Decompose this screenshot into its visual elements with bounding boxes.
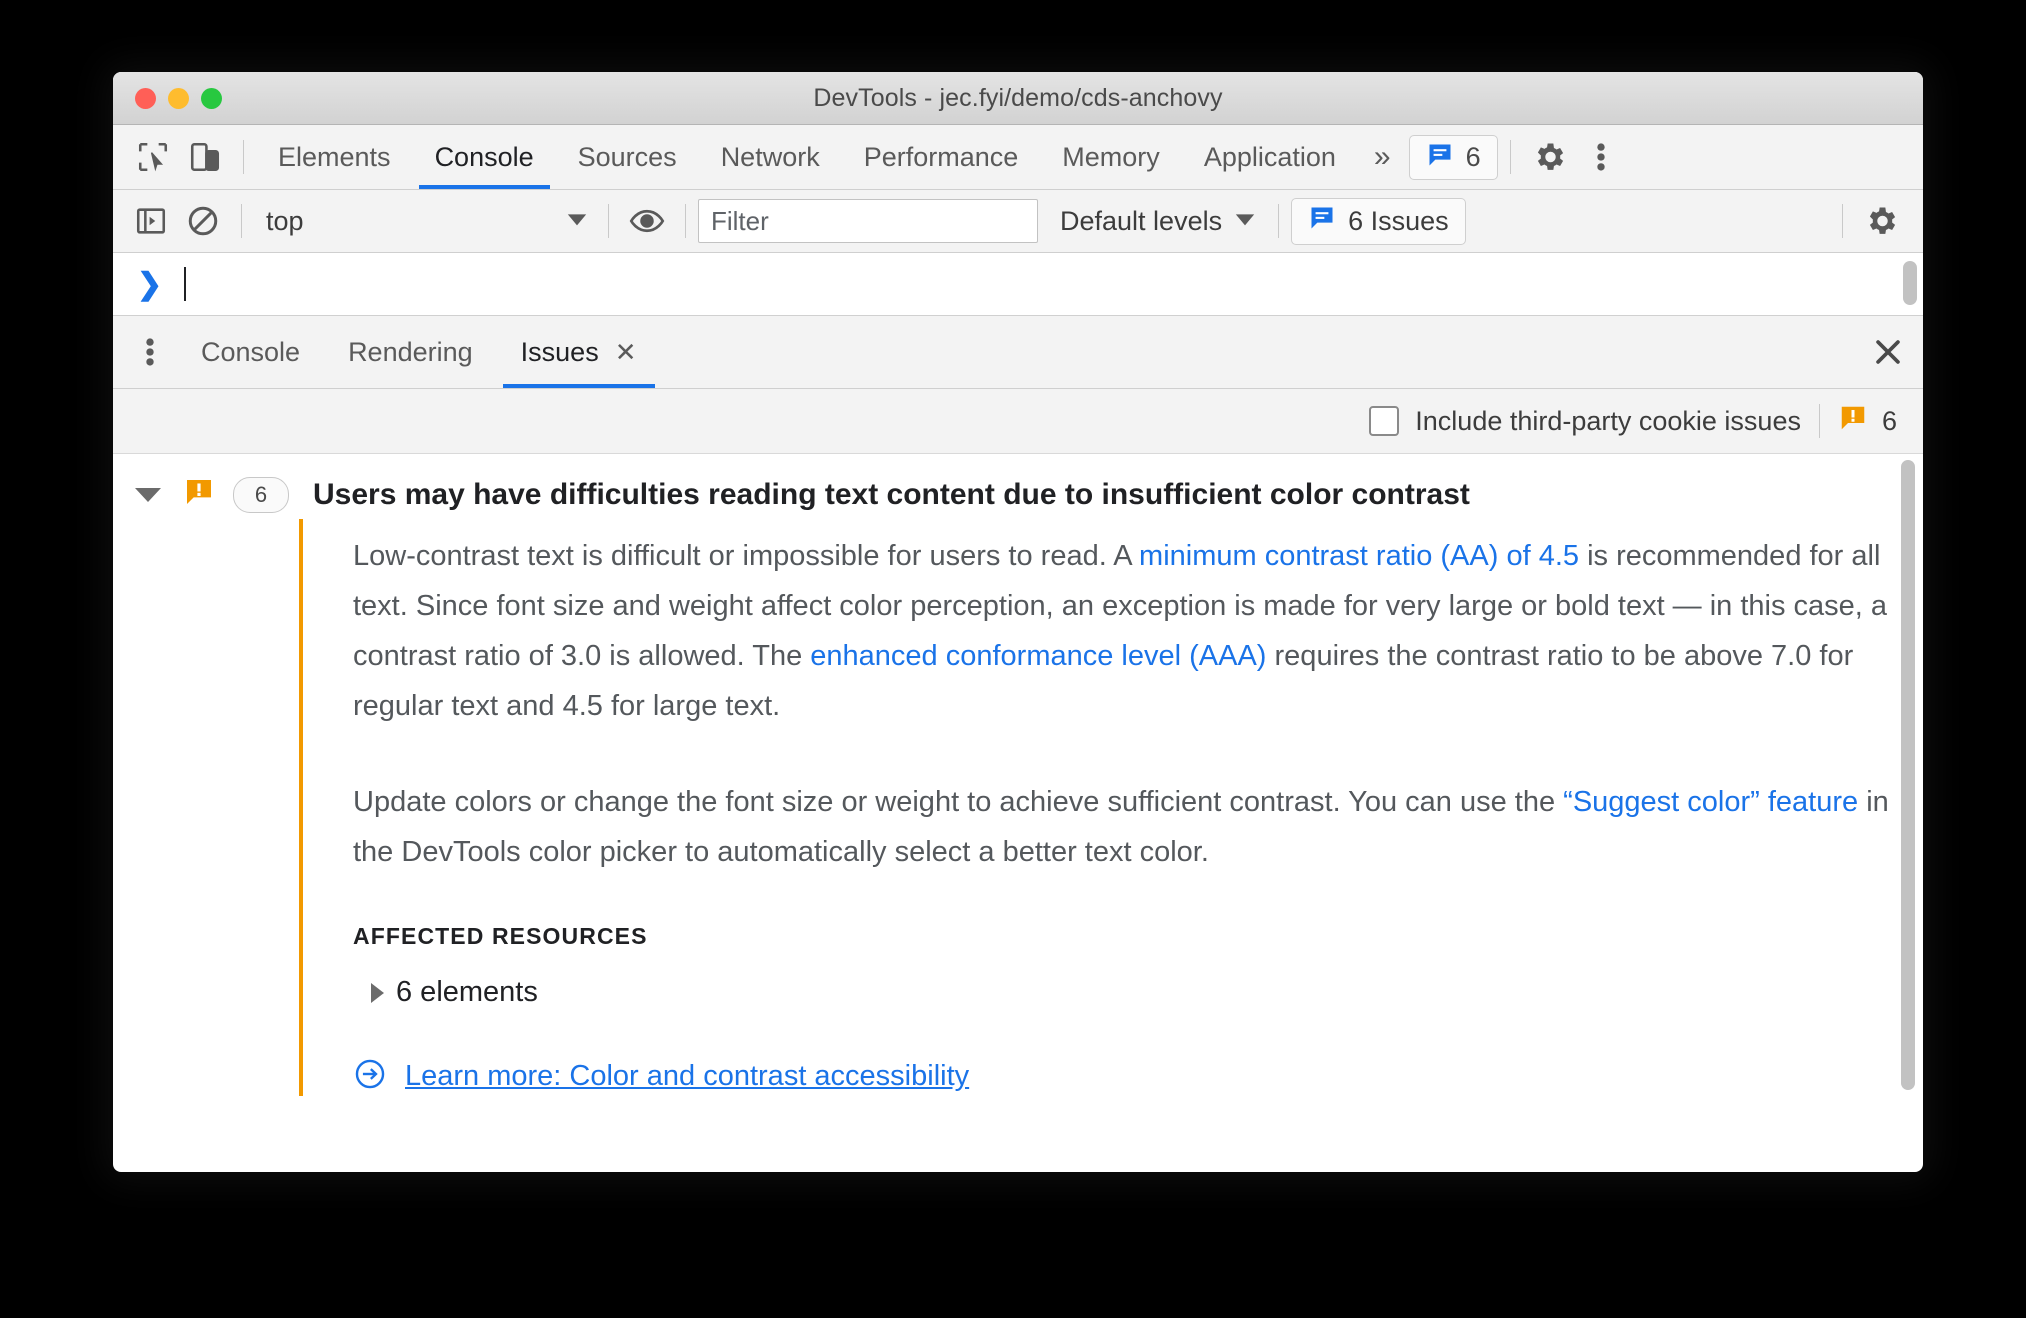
tab-label: Application bbox=[1203, 141, 1336, 172]
console-scrollbar[interactable] bbox=[1903, 261, 1917, 305]
close-icon[interactable]: ✕ bbox=[615, 337, 637, 368]
toolbar-divider bbox=[241, 204, 242, 238]
filter-input[interactable] bbox=[698, 199, 1038, 243]
issues-badge-count: 6 bbox=[1465, 141, 1481, 172]
main-tab-bar: Elements Console Sources Network Perform… bbox=[113, 125, 1923, 190]
execution-context-value: top bbox=[266, 205, 304, 236]
toolbar-divider bbox=[608, 204, 609, 238]
close-drawer-button[interactable] bbox=[1853, 316, 1923, 388]
tab-label: Sources bbox=[577, 141, 677, 172]
warning-message-icon bbox=[1838, 403, 1868, 440]
live-expression-icon[interactable] bbox=[621, 197, 673, 245]
drawer-tab-bar: Console Rendering Issues ✕ bbox=[113, 316, 1923, 389]
tab-elements[interactable]: Elements bbox=[256, 125, 413, 189]
toolbar-divider bbox=[685, 204, 686, 238]
affected-resources-item[interactable]: 6 elements bbox=[353, 976, 1923, 1009]
warning-count-value: 6 bbox=[1881, 405, 1897, 436]
log-levels-label: Default levels bbox=[1060, 205, 1223, 236]
learn-more-link[interactable]: Learn more: Color and contrast accessibi… bbox=[405, 1060, 969, 1093]
drawer-tab-issues[interactable]: Issues ✕ bbox=[497, 316, 661, 388]
tab-label: Console bbox=[434, 141, 534, 172]
paragraph-text: Update colors or change the font size or… bbox=[353, 786, 1564, 818]
text-caret bbox=[184, 267, 187, 301]
kebab-menu-icon[interactable] bbox=[123, 316, 177, 388]
third-party-cookie-label: Include third-party cookie issues bbox=[1415, 405, 1801, 436]
panel-tabs: Elements Console Sources Network Perform… bbox=[256, 125, 1358, 189]
tab-label: Performance bbox=[863, 141, 1019, 172]
issues-scrollbar[interactable] bbox=[1901, 460, 1915, 1090]
chevron-down-icon[interactable] bbox=[135, 487, 161, 502]
device-toolbar-icon[interactable] bbox=[179, 133, 231, 181]
drawer-tab-rendering[interactable]: Rendering bbox=[324, 316, 497, 388]
console-toolbar: top Default levels bbox=[113, 190, 1923, 253]
issues-filter-bar: Include third-party cookie issues 6 bbox=[113, 389, 1923, 454]
toolbar-divider bbox=[1509, 140, 1511, 174]
tab-application[interactable]: Application bbox=[1182, 125, 1358, 189]
toolbar-divider bbox=[1842, 204, 1843, 238]
console-sidebar-icon[interactable] bbox=[125, 197, 177, 245]
log-levels-select[interactable]: Default levels bbox=[1060, 206, 1256, 237]
min-contrast-ratio-link[interactable]: minimum contrast ratio (AA) of 4.5 bbox=[1139, 540, 1579, 572]
window-titlebar: DevTools - jec.fyi/demo/cds-anchovy bbox=[113, 72, 1923, 125]
devtools-window: DevTools - jec.fyi/demo/cds-anchovy Elem… bbox=[113, 72, 1923, 1172]
tab-network[interactable]: Network bbox=[699, 125, 842, 189]
issue-detail-panel: Low-contrast text is difficult or imposs… bbox=[299, 519, 1923, 1096]
window-title: DevTools - jec.fyi/demo/cds-anchovy bbox=[813, 83, 1223, 112]
gear-icon[interactable] bbox=[1855, 197, 1907, 245]
execution-context-select[interactable]: top bbox=[254, 206, 596, 237]
tab-console[interactable]: Console bbox=[413, 125, 556, 189]
chevron-down-icon bbox=[566, 208, 588, 235]
issue-count-badge: 6 bbox=[233, 476, 289, 513]
warning-count-group: 6 bbox=[1838, 403, 1897, 440]
learn-more-row[interactable]: Learn more: Color and contrast accessibi… bbox=[353, 1057, 1923, 1096]
issue-message-icon bbox=[1308, 204, 1336, 239]
drawer-tab-console[interactable]: Console bbox=[177, 316, 324, 388]
issue-message-icon bbox=[1426, 141, 1454, 174]
tab-label: Elements bbox=[278, 141, 391, 172]
toolbar-divider bbox=[1278, 204, 1280, 238]
third-party-cookie-checkbox-row[interactable]: Include third-party cookie issues bbox=[1369, 406, 1801, 437]
tab-label: Memory bbox=[1062, 141, 1160, 172]
enhanced-conformance-link[interactable]: enhanced conformance level (AAA) bbox=[810, 640, 1266, 672]
affected-resources-label: AFFECTED RESOURCES bbox=[353, 923, 648, 949]
inspect-cursor-icon[interactable] bbox=[127, 133, 179, 181]
tab-sources[interactable]: Sources bbox=[556, 125, 699, 189]
issue-title: Users may have difficulties reading text… bbox=[313, 477, 1470, 511]
tab-performance[interactable]: Performance bbox=[842, 125, 1041, 189]
suggest-color-feature-link[interactable]: “Suggest color” feature bbox=[1563, 786, 1858, 818]
console-prompt-row[interactable]: ❯ bbox=[113, 253, 1923, 316]
drawer-tab-label: Console bbox=[201, 336, 301, 367]
issues-count-button[interactable]: 6 Issues bbox=[1291, 197, 1466, 245]
issues-count-label: 6 Issues bbox=[1348, 205, 1449, 236]
drawer-tab-label: Issues bbox=[520, 336, 599, 367]
filterbar-divider bbox=[1818, 404, 1820, 438]
paragraph-text: Low-contrast text is difficult or imposs… bbox=[353, 540, 1140, 572]
drawer-tab-label: Rendering bbox=[348, 336, 473, 367]
issue-header-row[interactable]: 6 Users may have difficulties reading te… bbox=[113, 454, 1923, 519]
more-tabs-icon[interactable]: » bbox=[1358, 140, 1403, 174]
issue-paragraph-1: Low-contrast text is difficult or imposs… bbox=[353, 531, 1923, 731]
issues-badge-button[interactable]: 6 bbox=[1408, 134, 1498, 180]
warning-message-icon bbox=[183, 476, 215, 513]
kebab-menu-icon[interactable] bbox=[1575, 133, 1627, 181]
gear-icon[interactable] bbox=[1523, 133, 1575, 181]
tab-memory[interactable]: Memory bbox=[1040, 125, 1182, 189]
tab-label: Network bbox=[720, 141, 820, 172]
arrow-circle-icon bbox=[353, 1057, 387, 1096]
third-party-cookie-checkbox[interactable] bbox=[1369, 406, 1400, 436]
toolbar-divider bbox=[243, 140, 244, 174]
issue-paragraph-2: Update colors or change the font size or… bbox=[353, 777, 1923, 877]
chevron-down-icon bbox=[1234, 206, 1256, 237]
clear-console-icon[interactable] bbox=[177, 197, 229, 245]
prompt-chevron-icon: ❯ bbox=[137, 267, 163, 301]
issues-list: 6 Users may have difficulties reading te… bbox=[113, 454, 1923, 1142]
chevron-right-icon[interactable] bbox=[371, 982, 384, 1003]
drawer-tab-spacer bbox=[661, 316, 1854, 388]
affected-resources-count: 6 elements bbox=[396, 976, 538, 1008]
